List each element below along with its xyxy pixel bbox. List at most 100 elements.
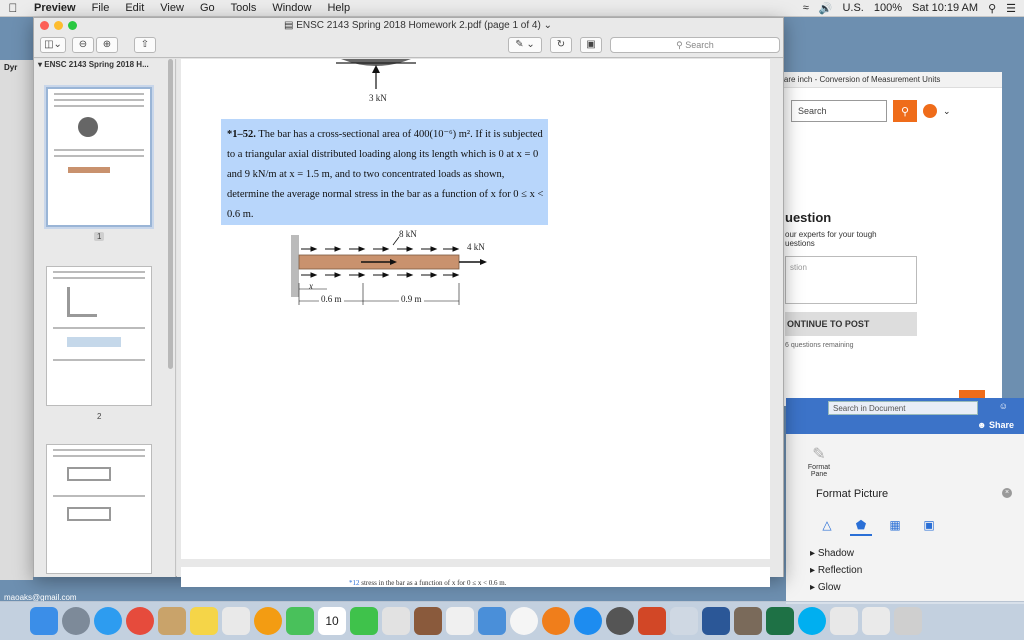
page-thumbnail-2[interactable]	[46, 266, 152, 406]
system-preferences-icon[interactable]	[606, 607, 634, 635]
facetime-icon[interactable]	[350, 607, 378, 635]
web-search-input[interactable]: Search	[791, 100, 887, 122]
preview-window: ▤ ENSC 2143 Spring 2018 Homework 2.pdf (…	[33, 17, 784, 587]
markup-pen-button[interactable]: ✎ ⌄	[508, 37, 542, 53]
apple-menu-icon[interactable]: 	[0, 1, 26, 15]
textedit-icon[interactable]	[382, 607, 410, 635]
menu-view[interactable]: View	[152, 2, 192, 14]
notes-icon[interactable]	[190, 607, 218, 635]
top-load-label: 3 kN	[369, 93, 387, 103]
paintbrush-icon: ✎	[812, 446, 826, 463]
skype-icon[interactable]	[798, 607, 826, 635]
menu-go[interactable]: Go	[192, 2, 223, 14]
sidebar-title-text: ENSC 2143 Spring 2018 H...	[44, 60, 149, 69]
app-store-icon[interactable]	[574, 607, 602, 635]
excel-icon[interactable]	[766, 607, 794, 635]
page-thumbnail-3[interactable]	[46, 444, 152, 574]
toolbox-button[interactable]: ▣	[580, 37, 602, 53]
thumb-frame-figure	[67, 507, 111, 521]
menu-window[interactable]: Window	[264, 2, 319, 14]
close-icon[interactable]: ×	[1002, 488, 1012, 498]
wifi-icon[interactable]: ≈	[803, 2, 809, 14]
thumb-text-line	[54, 99, 144, 101]
menu-file[interactable]: File	[84, 2, 118, 14]
smiley-icon[interactable]: ☺	[999, 401, 1008, 411]
contacts-icon[interactable]	[158, 607, 186, 635]
effects-icon[interactable]: ⬟	[850, 518, 872, 536]
calendar-icon[interactable]: 10	[318, 607, 346, 635]
spotlight-icon[interactable]: ⚲	[988, 2, 996, 15]
thumb-text-line	[53, 495, 145, 497]
fill-icon[interactable]: △	[816, 518, 838, 536]
chevron-down-icon[interactable]: ⌄	[544, 20, 552, 31]
picture-icon[interactable]: ▣	[918, 518, 940, 536]
glow-option[interactable]: ▸ Glow	[810, 582, 841, 593]
web-search-button[interactable]: ⚲	[893, 100, 917, 122]
photo-booth-icon[interactable]	[414, 607, 442, 635]
browser-tab-title[interactable]: quare inch - Conversion of Measurement U…	[771, 72, 1002, 88]
search-input[interactable]: ⚲ Search	[610, 37, 780, 53]
rotate-button[interactable]: ↻	[550, 37, 572, 53]
window-title-text: ENSC 2143 Spring 2018 Homework 2.pdf (pa…	[296, 20, 541, 31]
sidebar-document-title[interactable]: ▾ ENSC 2143 Spring 2018 H...	[34, 59, 175, 71]
layout-icon[interactable]: ▦	[884, 518, 906, 536]
battery-percent[interactable]: 100%	[874, 2, 902, 14]
word-icon[interactable]	[702, 607, 730, 635]
menu-tools[interactable]: Tools	[223, 2, 265, 14]
continue-to-post-button[interactable]: ONTINUE TO POST	[785, 312, 917, 336]
thumb-text-line	[54, 105, 144, 107]
shadow-option[interactable]: ▸ Shadow	[810, 548, 854, 559]
input-source[interactable]: U.S.	[842, 2, 863, 14]
downloads-icon[interactable]	[830, 607, 858, 635]
zoom-window-button[interactable]	[68, 21, 77, 30]
screenshot-icon[interactable]	[862, 607, 890, 635]
search-in-document-input[interactable]: Search in Document	[828, 401, 978, 415]
numbers-icon[interactable]	[446, 607, 474, 635]
format-pane-button[interactable]: ✎ Format Pane	[804, 444, 834, 478]
share-icon[interactable]: ⇧	[134, 37, 156, 53]
dist-arrow-head	[334, 246, 342, 252]
zoom-out-button[interactable]: ⊖	[72, 37, 94, 53]
distributed-load-arrows-top	[301, 246, 460, 252]
messages-icon[interactable]	[286, 607, 314, 635]
minimize-window-button[interactable]	[54, 21, 63, 30]
clock[interactable]: Sat 10:19 AM	[912, 2, 978, 14]
dist-arrow-head	[430, 246, 438, 252]
avatar[interactable]	[923, 104, 937, 118]
page-thumbnail-1[interactable]	[46, 87, 152, 227]
dim-06-label: 0.6 m	[319, 294, 344, 304]
reflection-option[interactable]: ▸ Reflection	[810, 565, 862, 576]
trash-icon[interactable]	[894, 607, 922, 635]
zoom-in-button[interactable]: ⊕	[96, 37, 118, 53]
sidebar-toggle-button[interactable]: ◫⌄	[40, 37, 66, 53]
problem-statement[interactable]: *1–52. The bar has a cross-sectional are…	[227, 125, 547, 225]
itunes-icon[interactable]	[510, 607, 538, 635]
thumb-frame-figure	[67, 467, 111, 481]
menu-help[interactable]: Help	[319, 2, 358, 14]
photo-app-icon[interactable]	[734, 607, 762, 635]
volume-icon[interactable]: 🔊	[819, 2, 833, 15]
close-window-button[interactable]	[40, 21, 49, 30]
dist-arrow-head	[406, 246, 414, 252]
notification-center-icon[interactable]: ☰	[1006, 2, 1016, 15]
menu-edit[interactable]: Edit	[117, 2, 152, 14]
footer-text: stress in the bar as a function of x for…	[361, 579, 507, 587]
chevron-down-icon[interactable]: ⌄	[943, 106, 951, 117]
launchpad-icon[interactable]	[62, 607, 90, 635]
menu-app-name[interactable]: Preview	[26, 2, 84, 14]
chrome-icon[interactable]	[126, 607, 154, 635]
format-tabs: △ ⬟ ▦ ▣	[816, 518, 940, 536]
safari-icon[interactable]	[94, 607, 122, 635]
preview-icon[interactable]	[670, 607, 698, 635]
background-caption: *12 stress in the bar as a function of x…	[349, 579, 506, 587]
powerpoint-icon[interactable]	[638, 607, 666, 635]
question-textarea[interactable]: stion	[785, 256, 917, 304]
ibooks-icon[interactable]	[542, 607, 570, 635]
question-heading: uestion	[785, 210, 832, 225]
keynote-icon[interactable]	[478, 607, 506, 635]
photos-icon[interactable]	[254, 607, 282, 635]
sidebar-scrollbar[interactable]	[168, 59, 173, 369]
finder-icon[interactable]	[30, 607, 58, 635]
share-button[interactable]: ☻ Share	[977, 420, 1014, 430]
reminders-icon[interactable]	[222, 607, 250, 635]
